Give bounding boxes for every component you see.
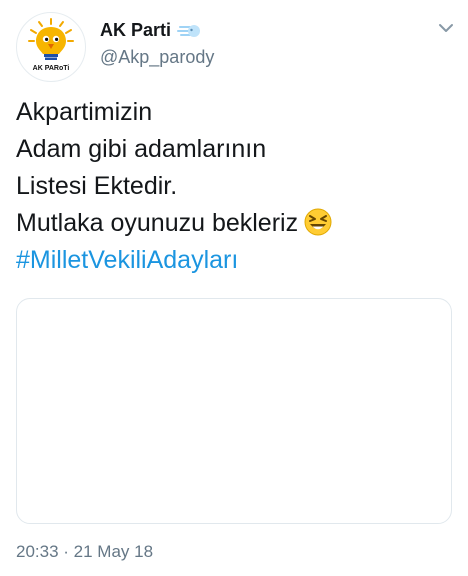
display-name[interactable]: AK Parti: [100, 20, 171, 41]
hashtag-link[interactable]: #MilletVekiliAdayları: [16, 242, 456, 279]
tweet-line: Akpartimizin: [16, 98, 153, 126]
tweet-line: Mutlaka oyunuzu bekleriz: [16, 209, 299, 237]
name-row: AK Parti: [100, 20, 201, 41]
ak-parti-logo-icon: AK PARoTi: [28, 18, 74, 72]
timestamp[interactable]: 20:33 · 21 May 18: [16, 542, 153, 562]
media-card[interactable]: [16, 298, 452, 524]
chevron-down-icon[interactable]: [438, 20, 454, 36]
avatar-caption: AK PARoTi: [33, 65, 70, 72]
wind-face-icon: [177, 24, 201, 37]
handle[interactable]: @Akp_parody: [100, 47, 214, 68]
avatar[interactable]: AK PARoTi: [16, 12, 86, 82]
tweet-line: Adam gibi adamlarının: [16, 135, 267, 163]
tweet-line: Listesi Ektedir.: [16, 172, 178, 200]
tweet-text: Akpartimizin Adam gibi adamlarının Liste…: [16, 94, 456, 279]
tweet-line-with-emoji: Mutlaka oyunuzu bekleriz: [16, 205, 456, 242]
laughing-face-emoji-icon: [304, 208, 332, 236]
